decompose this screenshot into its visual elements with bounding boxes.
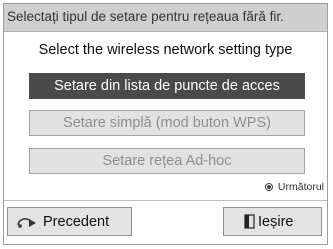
next-hint-label: Următorul bbox=[277, 181, 324, 193]
dialog-header: Select the wireless network setting type bbox=[38, 42, 293, 58]
wireless-setup-dialog: Selectați tipul de setare pentru rețeaua… bbox=[3, 3, 328, 245]
exit-button-label: Ieșire bbox=[258, 213, 294, 230]
exit-door-icon bbox=[244, 214, 255, 229]
next-hint: Următorul bbox=[264, 181, 324, 193]
dialog-title: Selectați tipul de setare pentru rețeaua… bbox=[4, 4, 327, 32]
exit-button[interactable]: Ieșire bbox=[223, 207, 322, 236]
back-arrow-icon bbox=[17, 217, 36, 228]
footer-divider bbox=[4, 200, 327, 201]
previous-button[interactable]: Precedent bbox=[7, 207, 132, 236]
option-ad-hoc-network[interactable]: Setare rețea Ad-hoc bbox=[29, 148, 305, 174]
option-wps-button-mode[interactable]: Setare simplă (mod buton WPS) bbox=[29, 110, 305, 136]
select-button-icon bbox=[264, 183, 273, 191]
option-access-point-list[interactable]: Setare din lista de puncte de acces bbox=[29, 73, 305, 99]
previous-button-label: Precedent bbox=[43, 213, 110, 230]
